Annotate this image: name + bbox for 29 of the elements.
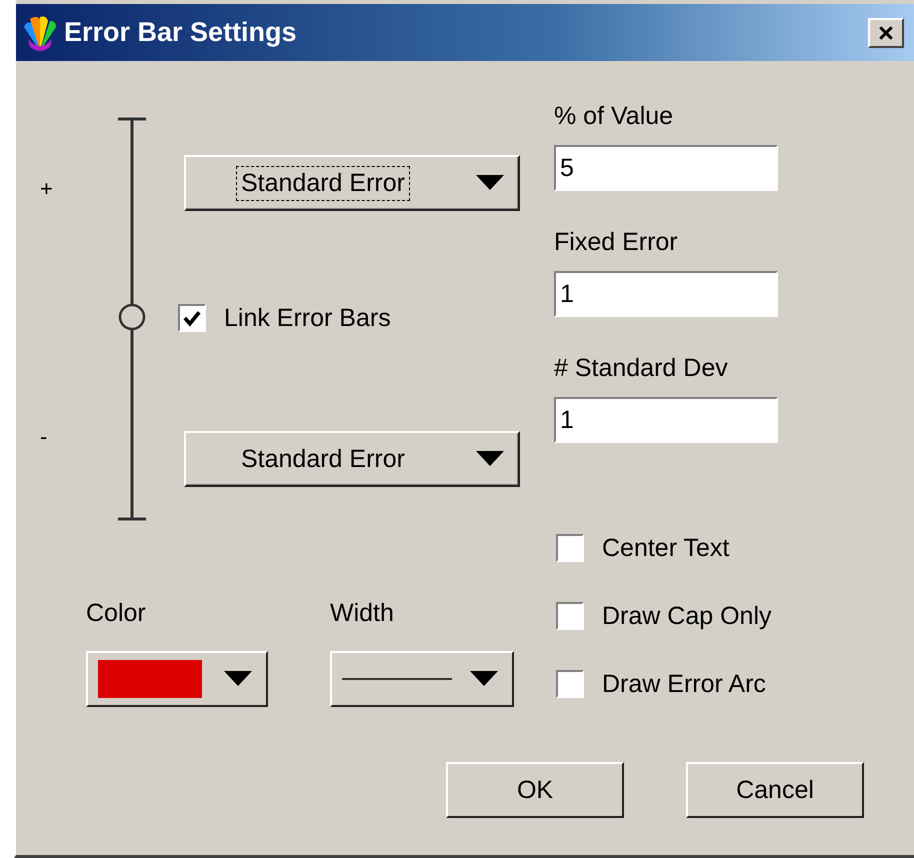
option-checkbox[interactable]: Draw Cap Only xyxy=(556,601,772,631)
field-label: % of Value xyxy=(554,103,674,129)
close-icon xyxy=(878,24,894,40)
dialog-button[interactable]: Cancel xyxy=(686,762,864,818)
option-checkbox[interactable]: Center Text xyxy=(556,533,772,563)
input-field[interactable]: 1 xyxy=(554,271,778,317)
color-dropdown[interactable] xyxy=(86,651,268,707)
color-label: Color xyxy=(86,599,147,627)
input-field[interactable]: 1 xyxy=(554,397,778,443)
input-field[interactable]: 5 xyxy=(554,145,778,191)
link-error-bars-checkbox[interactable]: Link Error Bars xyxy=(178,301,524,335)
caret-icon xyxy=(476,451,504,467)
caret-icon xyxy=(476,175,504,191)
caret-icon xyxy=(224,671,252,687)
width-dropdown[interactable] xyxy=(330,651,514,707)
close-button[interactable] xyxy=(868,18,904,48)
upper-error-dropdown[interactable]: Standard Error xyxy=(184,155,520,211)
line-sample-icon xyxy=(342,677,452,681)
plus-sign: + xyxy=(40,177,54,201)
field-label: # Standard Dev xyxy=(554,355,729,381)
check-icon xyxy=(182,308,202,328)
caret-icon xyxy=(470,671,498,687)
minus-sign: - xyxy=(40,425,48,449)
lower-error-dropdown[interactable]: Standard Error xyxy=(184,431,520,487)
dialog-button[interactable]: OK xyxy=(446,762,624,818)
width-label: Width xyxy=(330,599,395,627)
option-checkbox[interactable]: Draw Error Arc xyxy=(556,669,772,699)
field-label: Fixed Error xyxy=(554,229,679,255)
window-title: Error Bar Settings xyxy=(64,17,298,48)
